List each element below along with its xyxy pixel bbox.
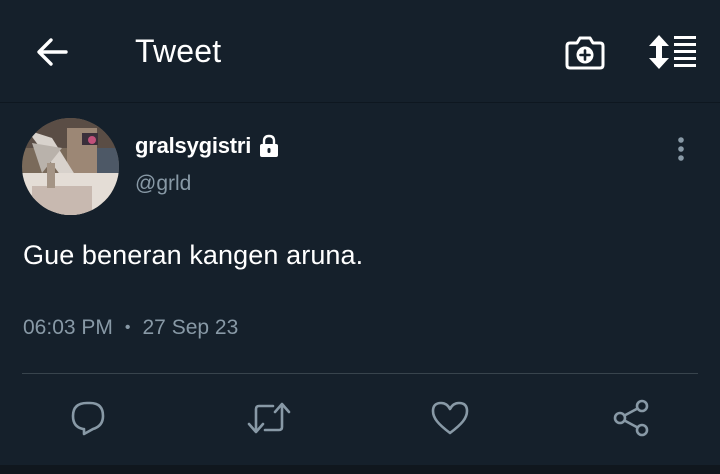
camera-plus-icon [565, 36, 605, 70]
lock-icon [260, 134, 279, 157]
reply-icon [71, 401, 105, 436]
more-vertical-icon [678, 137, 684, 161]
camera-button[interactable] [562, 30, 608, 74]
like-button[interactable] [428, 395, 472, 441]
user-handle[interactable]: @grld [135, 172, 191, 196]
avatar-photo [22, 118, 119, 215]
meta-separator: • [124, 319, 131, 336]
page-title: Tweet [135, 33, 222, 69]
sort-list-icon [649, 35, 696, 69]
tweet-date: 27 Sep 23 [142, 316, 239, 339]
avatar[interactable] [22, 118, 119, 215]
author-name-row: gralsygistri [135, 131, 281, 161]
divider [22, 373, 698, 374]
top-app-bar: Tweet [0, 0, 720, 103]
arrow-left-icon [37, 38, 68, 66]
back-button[interactable] [30, 32, 74, 72]
retweet-icon [247, 402, 291, 434]
reply-button[interactable] [66, 395, 110, 441]
bottom-separator [0, 465, 720, 474]
tweet-actions [0, 395, 720, 443]
heart-icon [431, 401, 469, 435]
more-options-button[interactable] [664, 132, 698, 166]
retweet-button[interactable] [247, 395, 291, 441]
share-icon [613, 399, 649, 437]
tweet-timestamp: 06:03 PM • 27 Sep 23 [23, 316, 238, 340]
sort-button[interactable] [646, 30, 700, 74]
tweet-text: Gue beneran kangen aruna. [23, 240, 364, 270]
share-button[interactable] [609, 395, 653, 441]
tweet-time: 06:03 PM [23, 316, 113, 339]
display-name[interactable]: gralsygistri [135, 133, 251, 159]
